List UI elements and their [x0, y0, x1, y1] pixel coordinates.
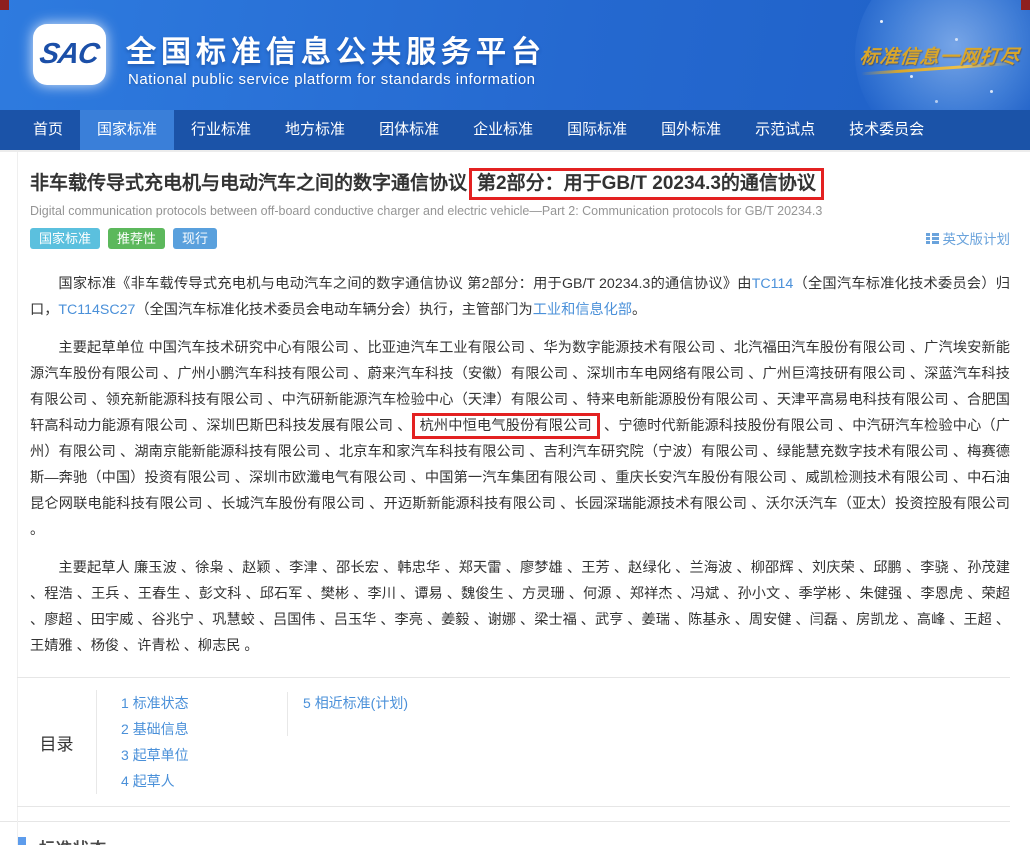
- toc-column-2: 5 相近标准(计划): [287, 690, 408, 794]
- english-version-plan-label: 英文版计划: [943, 228, 1011, 248]
- orgs-separator-2: 、: [600, 418, 618, 434]
- drafters-prefix: 主要起草人: [58, 560, 134, 576]
- standard-title: 非车载传导式充电机与电动汽车之间的数字通信协议第2部分：用于GB/T 20234…: [30, 167, 1010, 201]
- nav-item-home[interactable]: 首页: [16, 110, 80, 150]
- intro-text-4: 。: [632, 302, 646, 318]
- sac-logo[interactable]: SAC: [33, 24, 106, 85]
- nav-item-local-standards[interactable]: 地方标准: [268, 110, 362, 150]
- nav-divider: [0, 150, 1030, 152]
- intro-text-3: （全国汽车标准化技术委员会电动车辆分会）执行，主管部门为: [135, 302, 532, 318]
- toc-item-label: 起草单位: [133, 747, 189, 763]
- sac-logo-text: SAC: [37, 38, 101, 71]
- miit-link[interactable]: 工业和信息化部: [533, 302, 632, 318]
- tc114-link[interactable]: TC114: [752, 276, 794, 292]
- section-header: 标准状态: [18, 835, 1010, 845]
- tag-national-standard: 国家标准: [30, 228, 100, 249]
- nav-item-national-standards[interactable]: 国家标准: [80, 110, 174, 150]
- nav-item-international-standards[interactable]: 国际标准: [550, 110, 644, 150]
- site-subtitle: National public service platform for sta…: [128, 71, 536, 88]
- red-corner-mark-right: [1021, 0, 1030, 10]
- annotation-box-title-part2: 第2部分：用于GB/T 20234.3的通信协议: [469, 168, 824, 200]
- red-corner-mark-left: [0, 0, 9, 10]
- orgs-suffix: 。: [30, 522, 44, 538]
- toc-item-basic-info[interactable]: 2 基础信息: [121, 716, 287, 742]
- section-title: 标准状态: [39, 835, 107, 845]
- toc-num: 1: [121, 695, 129, 711]
- list-icon: [926, 233, 939, 244]
- toc-label: 目录: [17, 690, 97, 794]
- toc-column-1: 1 标准状态 2 基础信息 3 起草单位 4 起草人: [121, 690, 287, 794]
- toc-item-similar-standards[interactable]: 5 相近标准(计划): [303, 690, 408, 716]
- nav-item-foreign-standards[interactable]: 国外标准: [644, 110, 738, 150]
- meta-row: 国家标准 推荐性 现行 英文版计划: [30, 227, 1010, 249]
- drafting-orgs-paragraph: 主要起草单位 中国汽车技术研究中心有限公司 、比亚迪汽车工业有限公司 、华为数字…: [30, 335, 1010, 543]
- intro-text-1: 国家标准《非车载传导式充电机与电动汽车之间的数字通信协议 第2部分：用于GB/T…: [58, 276, 751, 292]
- tag-current: 现行: [173, 228, 217, 249]
- orgs-prefix: 主要起草单位: [58, 340, 148, 356]
- toc-num: 5: [303, 695, 311, 711]
- tc114sc27-link[interactable]: TC114SC27: [58, 302, 135, 318]
- nav-item-industry-standards[interactable]: 行业标准: [174, 110, 268, 150]
- site-title: 全国标准信息公共服务平台: [126, 27, 546, 71]
- content: 非车载传导式充电机与电动汽车之间的数字通信协议第2部分：用于GB/T 20234…: [0, 167, 1030, 807]
- toc-item-label: 标准状态: [133, 695, 189, 711]
- toc-item-label: 起草人: [133, 773, 175, 789]
- globe-dots: [880, 20, 883, 23]
- standard-status-section: 标准状态 发布于 2024-12-31 实施于 2024-12-31 废止: [0, 821, 1010, 845]
- page: 标准信息一网打尽 SAC 全国标准信息公共服务平台 National publi…: [0, 0, 1030, 845]
- header-slogan: 标准信息一网打尽: [859, 42, 1022, 69]
- standard-title-prefix: 非车载传导式充电机与电动汽车之间的数字通信协议: [30, 173, 467, 194]
- toc-item-drafters[interactable]: 4 起草人: [121, 768, 287, 794]
- toc-item-label: 基础信息: [133, 721, 189, 737]
- tag-recommended: 推荐性: [108, 228, 165, 249]
- annotation-box-hangzhou-zhongheng: 杭州中恒电气股份有限公司: [412, 413, 600, 439]
- drafters-list: 廉玉波 、徐枭 、赵颖 、李津 、邵长宏 、韩忠华 、郑天雷 、廖梦雄 、王芳 …: [30, 560, 1010, 654]
- toc-num: 3: [121, 747, 129, 763]
- intro-paragraph: 国家标准《非车载传导式充电机与电动汽车之间的数字通信协议 第2部分：用于GB/T…: [30, 271, 1010, 323]
- section-accent-bar: [18, 837, 26, 845]
- nav-item-technical-committees[interactable]: 技术委员会: [832, 110, 941, 150]
- toc: 目录 1 标准状态 2 基础信息 3 起草单位 4 起草人 5 相近标准(计划): [17, 677, 1010, 807]
- standard-title-english: Digital communication protocols between …: [30, 204, 1010, 218]
- toc-num: 2: [121, 721, 129, 737]
- english-version-plan-link[interactable]: 英文版计划: [926, 228, 1011, 248]
- drafters-suffix: 。: [240, 638, 258, 654]
- nav-item-enterprise-standards[interactable]: 企业标准: [456, 110, 550, 150]
- drafters-paragraph: 主要起草人 廉玉波 、徐枭 、赵颖 、李津 、邵长宏 、韩忠华 、郑天雷 、廖梦…: [30, 555, 1010, 659]
- toc-num: 4: [121, 773, 129, 789]
- toc-item-drafting-orgs[interactable]: 3 起草单位: [121, 742, 287, 768]
- toc-item-label: 相近标准(计划): [315, 695, 408, 711]
- nav-item-group-standards[interactable]: 团体标准: [362, 110, 456, 150]
- site-header: 标准信息一网打尽 SAC 全国标准信息公共服务平台 National publi…: [0, 0, 1030, 110]
- toc-item-standard-status[interactable]: 1 标准状态: [121, 690, 287, 716]
- orgs-separator: 、: [393, 418, 411, 434]
- main-nav: 首页 国家标准 行业标准 地方标准 团体标准 企业标准 国际标准 国外标准 示范…: [0, 110, 1030, 150]
- nav-item-demonstration-pilot[interactable]: 示范试点: [738, 110, 832, 150]
